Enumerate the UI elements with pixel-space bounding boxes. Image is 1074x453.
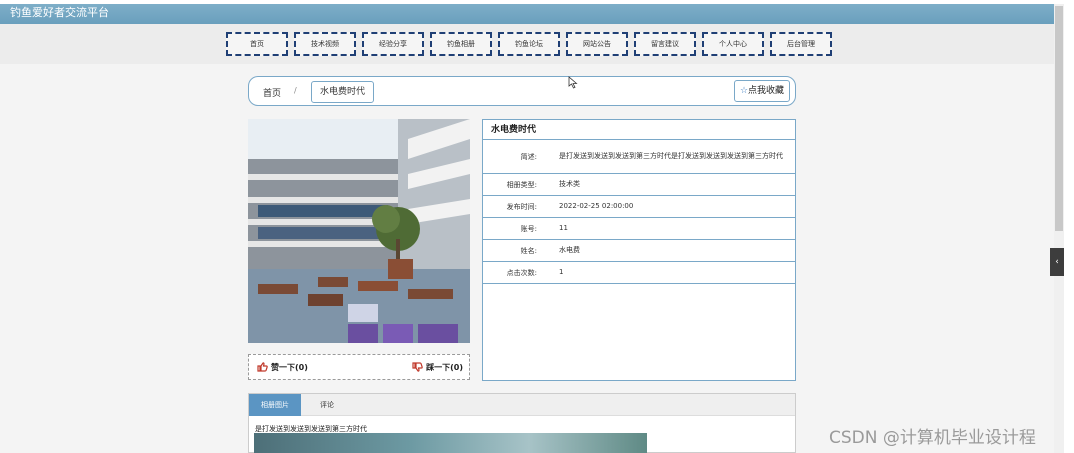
dislike-button[interactable]: 踩一下(0) bbox=[412, 362, 463, 373]
info-label: 发布时间: bbox=[506, 202, 537, 211]
nav-item-profile[interactable]: 个人中心 bbox=[702, 32, 764, 56]
side-collapse-button[interactable]: ‹ bbox=[1050, 248, 1064, 276]
nav-item-feedback[interactable]: 留言建议 bbox=[634, 32, 696, 56]
favorite-button-label: 点我收藏 bbox=[748, 86, 785, 96]
like-label: 赞一下(0) bbox=[271, 363, 308, 372]
nav-item-admin[interactable]: 后台管理 bbox=[770, 32, 832, 56]
info-label: 姓名: bbox=[520, 246, 537, 255]
nav-item-home[interactable]: 首页 bbox=[226, 32, 288, 56]
vertical-scrollbar[interactable] bbox=[1054, 4, 1064, 453]
csdn-watermark: CSDN @计算机毕业设计程 bbox=[829, 428, 1036, 448]
detail-info-panel: 水电费时代 简述: 是打发送到发送到发送到第三方时代是打发送到发送到发送到第三方… bbox=[482, 119, 796, 381]
star-icon: ☆ bbox=[739, 86, 749, 96]
tab-album-images[interactable]: 相册图片 bbox=[249, 394, 301, 416]
breadcrumb: 首页 / 水电费时代 ☆点我收藏 bbox=[248, 76, 796, 106]
info-value: 水电费 bbox=[559, 246, 580, 254]
breadcrumb-home[interactable]: 首页 bbox=[263, 86, 281, 99]
info-label: 简述: bbox=[520, 152, 537, 161]
courtyard-photo bbox=[248, 119, 470, 343]
scrollbar-thumb[interactable] bbox=[1055, 6, 1063, 231]
vote-bar: 赞一下(0) 踩一下(0) bbox=[248, 354, 470, 380]
info-value: 是打发送到发送到发送到第三方时代是打发送到发送到发送到第三方时代 bbox=[559, 152, 783, 160]
nav-item-forum[interactable]: 钓鱼论坛 bbox=[498, 32, 560, 56]
thumbs-down-icon bbox=[412, 362, 423, 372]
breadcrumb-separator: / bbox=[294, 86, 297, 95]
info-row-publish-time: 发布时间: 2022-02-25 02:00:00 bbox=[483, 196, 795, 218]
info-row-name: 姓名: 水电费 bbox=[483, 240, 795, 262]
info-label: 账号: bbox=[520, 224, 537, 233]
info-value: 2022-02-25 02:00:00 bbox=[559, 202, 634, 210]
breadcrumb-current: 水电费时代 bbox=[311, 81, 374, 103]
site-title: 钓鱼爱好者交流平台 bbox=[10, 6, 109, 19]
info-value: 1 bbox=[559, 268, 564, 276]
info-label: 点击次数: bbox=[506, 268, 537, 277]
info-label: 相册类型: bbox=[506, 180, 537, 189]
info-row-album-type: 相册类型: 技术类 bbox=[483, 174, 795, 196]
thumbs-up-icon bbox=[257, 362, 268, 372]
tab-comments[interactable]: 评论 bbox=[301, 394, 353, 416]
tabs-header: 相册图片 评论 bbox=[249, 394, 795, 416]
like-button[interactable]: 赞一下(0) bbox=[257, 362, 308, 373]
content-tabs: 相册图片 评论 是打发送到发送到发送到第三方时代 bbox=[248, 393, 796, 453]
nav-item-tech-video[interactable]: 技术视频 bbox=[294, 32, 356, 56]
album-image-preview bbox=[254, 433, 647, 453]
info-row-summary: 简述: 是打发送到发送到发送到第三方时代是打发送到发送到发送到第三方时代 bbox=[483, 140, 795, 174]
info-value: 11 bbox=[559, 224, 568, 232]
info-row-account: 账号: 11 bbox=[483, 218, 795, 240]
album-photo bbox=[248, 119, 470, 343]
info-row-clicks: 点击次数: 1 bbox=[483, 262, 795, 284]
info-value: 技术类 bbox=[559, 180, 580, 188]
site-header: 钓鱼爱好者交流平台 bbox=[0, 4, 1054, 24]
mouse-cursor-icon bbox=[568, 76, 578, 89]
main-nav: 首页 技术视频 经验分享 钓鱼相册 钓鱼论坛 网站公告 留言建议 个人中心 后台… bbox=[226, 32, 838, 56]
dislike-label: 踩一下(0) bbox=[426, 363, 463, 372]
nav-item-notice[interactable]: 网站公告 bbox=[566, 32, 628, 56]
nav-item-experience[interactable]: 经验分享 bbox=[362, 32, 424, 56]
nav-item-album[interactable]: 钓鱼相册 bbox=[430, 32, 492, 56]
favorite-button[interactable]: ☆点我收藏 bbox=[734, 80, 790, 102]
detail-title: 水电费时代 bbox=[483, 120, 795, 140]
